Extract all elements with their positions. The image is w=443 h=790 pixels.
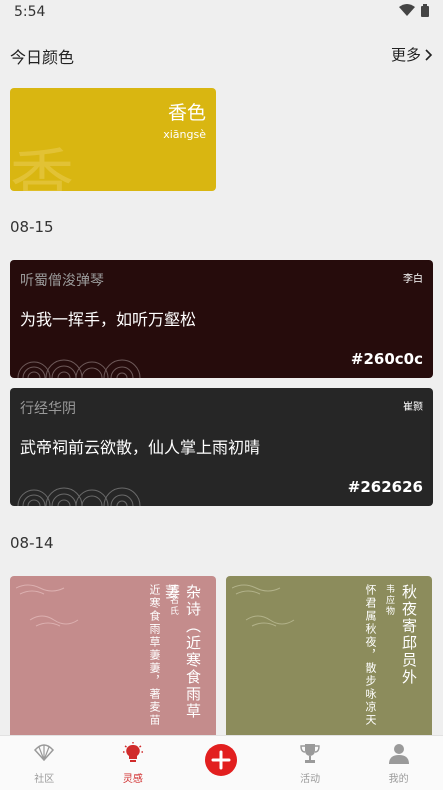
- tile-poem-title: 秋夜寄邱员外: [400, 584, 418, 686]
- date-label: 08-15: [10, 218, 54, 236]
- wave-pattern-icon: [17, 487, 141, 506]
- poem-color-card[interactable]: 行经华阴 崔颢 武帝祠前云欲散，仙人掌上雨初晴 #262626: [10, 388, 433, 506]
- trophy-icon: [300, 744, 320, 763]
- tile-poem-author: 无名氏: [168, 584, 178, 617]
- nav-label: 活动: [300, 774, 321, 785]
- tile-poem-line: 怀君属秋夜，散步咏凉天: [364, 584, 377, 727]
- chevron-right-icon: [425, 48, 433, 61]
- poem-title: 听蜀僧浚弹琴: [20, 273, 104, 289]
- poem-author: 李白: [403, 274, 423, 285]
- poem-line: 武帝祠前云欲散，仙人掌上雨初晴: [20, 438, 261, 457]
- today-color-pinyin: xiāngsè: [163, 128, 206, 141]
- wifi-icon: [399, 4, 415, 16]
- inspiration-bulb-icon: [122, 742, 143, 762]
- more-label: 更多: [390, 46, 421, 64]
- date-label: 08-14: [10, 534, 54, 552]
- nav-label: 我的: [388, 774, 409, 785]
- wave-pattern-icon: [17, 359, 141, 378]
- nav-item-profile[interactable]: 我的: [354, 736, 443, 790]
- bottom-nav: 社区 灵感 活动 我的: [0, 735, 443, 790]
- more-link[interactable]: 更多: [391, 44, 433, 65]
- status-icons: [399, 4, 429, 17]
- cloud-pattern-icon: [16, 584, 79, 627]
- poem-title: 行经华阴: [20, 401, 76, 417]
- today-bg-character: 香: [10, 143, 74, 191]
- tile-poem-line: 近寒食雨草萋萋，著麦苗: [148, 584, 161, 727]
- poem-color-tile[interactable]: 秋夜寄邱员外 韦应物 怀君属秋夜，散步咏凉天: [226, 576, 432, 736]
- tile-poem-author: 韦应物: [384, 584, 394, 617]
- add-icon: [211, 750, 231, 770]
- today-color-card[interactable]: 香 香色 xiāngsè: [10, 88, 216, 191]
- nav-item-community[interactable]: 社区: [0, 736, 89, 790]
- nav-item-add[interactable]: [177, 736, 266, 790]
- nav-item-inspiration[interactable]: 灵感: [89, 736, 178, 790]
- battery-icon: [421, 4, 429, 17]
- status-time: 5:54: [14, 4, 46, 20]
- status-bar: 5:54: [0, 0, 443, 26]
- nav-item-activity[interactable]: 活动: [266, 736, 355, 790]
- community-fan-icon: [34, 744, 55, 762]
- today-color-name: 香色: [167, 102, 206, 124]
- profile-icon: [388, 744, 409, 764]
- cloud-pattern-icon: [232, 584, 295, 627]
- today-section-title: 今日颜色: [10, 48, 75, 67]
- poem-color-hex: #262626: [347, 478, 423, 496]
- nav-label: 社区: [34, 774, 55, 785]
- poem-color-hex: #260c0c: [350, 350, 423, 368]
- poem-color-card[interactable]: 听蜀僧浚弹琴 李白 为我一挥手，如听万壑松 #260c0c: [10, 260, 433, 378]
- add-button[interactable]: [205, 744, 238, 776]
- poem-color-tile[interactable]: 杂诗（近寒食雨草萋 无名氏 近寒食雨草萋萋，著麦苗: [10, 576, 216, 736]
- poem-line: 为我一挥手，如听万壑松: [20, 310, 197, 329]
- nav-label: 灵感: [122, 774, 143, 785]
- poem-author: 崔颢: [403, 402, 423, 413]
- today-section-header: 今日颜色 更多: [10, 42, 433, 67]
